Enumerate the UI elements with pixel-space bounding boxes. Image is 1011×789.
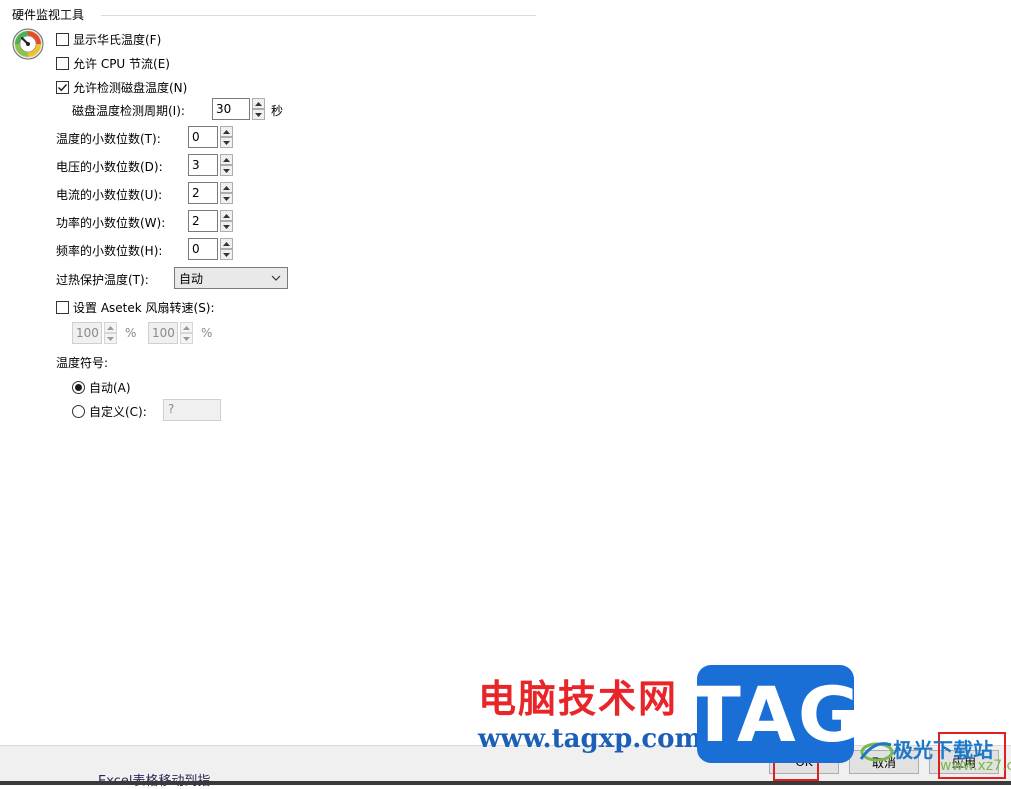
asetek-fan2-up-button[interactable] (180, 322, 193, 333)
section-divider (101, 15, 536, 16)
cpu-throttle-checkbox[interactable] (56, 57, 69, 70)
checkmark-icon (58, 84, 68, 92)
disk-temp-label: 允许检测磁盘温度(N) (73, 81, 188, 95)
arrow-up-icon (223, 213, 230, 218)
current-decimals-spinner[interactable]: 2 (188, 182, 233, 204)
current-decimals-input[interactable]: 2 (188, 182, 218, 204)
watermark-jg-url: www.xz7.com (940, 758, 1011, 774)
temp-decimals-up-button[interactable] (220, 126, 233, 137)
overheat-selected-value: 自动 (179, 271, 204, 286)
asetek-label: 设置 Asetek 风扇转速(S): (73, 301, 215, 315)
background-window-text: Excel表格移动到指 (98, 770, 210, 789)
option-disk-temp[interactable]: 允许检测磁盘温度(N) (56, 79, 187, 96)
arrow-down-icon (183, 336, 190, 341)
disk-period-input[interactable]: 30 (212, 98, 250, 120)
temp-symbol-custom-input[interactable]: ? (163, 399, 221, 421)
temp-symbol-auto-option[interactable]: 自动(A) (72, 379, 131, 396)
power-decimals-input[interactable]: 2 (188, 210, 218, 232)
frequency-decimals-spinner[interactable]: 0 (188, 238, 233, 260)
arrow-up-icon (223, 241, 230, 246)
fahrenheit-label: 显示华氏温度(F) (73, 33, 162, 47)
chevron-down-icon (271, 275, 281, 281)
temp-decimals-input[interactable]: 0 (188, 126, 218, 148)
temp-decimals-label: 温度的小数位数(T): (56, 132, 161, 146)
disk-period-up-button[interactable] (252, 98, 265, 109)
radio-dot-icon (75, 384, 82, 391)
asetek-fan1-spinner[interactable]: 100 (72, 322, 117, 344)
section-title: 硬件监视工具 (12, 8, 85, 22)
disk-period-spinner[interactable]: 30 (212, 98, 265, 120)
option-asetek[interactable]: 设置 Asetek 风扇转速(S): (56, 299, 215, 316)
asetek-fan2-down-button[interactable] (180, 333, 193, 344)
cpu-throttle-label: 允许 CPU 节流(E) (73, 57, 170, 71)
watermark-site-url: www.tagxp.com (478, 724, 703, 754)
power-decimals-down-button[interactable] (220, 221, 233, 232)
arrow-down-icon (255, 112, 262, 117)
frequency-decimals-label: 频率的小数位数(H): (56, 244, 163, 258)
temp-decimals-spinner[interactable]: 0 (188, 126, 233, 148)
temp-symbol-custom-label: 自定义(C): (89, 405, 147, 419)
arrow-down-icon (107, 336, 114, 341)
arrow-up-icon (223, 157, 230, 162)
frequency-decimals-down-button[interactable] (220, 249, 233, 260)
temp-symbol-label: 温度符号: (56, 356, 109, 370)
temp-symbol-auto-radio[interactable] (72, 381, 85, 394)
asetek-fan2-spinner[interactable]: 100 (148, 322, 193, 344)
current-decimals-up-button[interactable] (220, 182, 233, 193)
asetek-fan1-down-button[interactable] (104, 333, 117, 344)
temp-symbol-custom-radio[interactable] (72, 405, 85, 418)
power-decimals-spinner[interactable]: 2 (188, 210, 233, 232)
voltage-decimals-spinner[interactable]: 3 (188, 154, 233, 176)
arrow-up-icon (223, 185, 230, 190)
fahrenheit-checkbox[interactable] (56, 33, 69, 46)
disk-period-unit: 秒 (271, 104, 284, 118)
temp-symbol-custom-option[interactable]: 自定义(C): (72, 403, 147, 420)
power-decimals-label: 功率的小数位数(W): (56, 216, 166, 230)
asetek-fan1-input[interactable]: 100 (72, 322, 102, 344)
asetek-checkbox[interactable] (56, 301, 69, 314)
disk-temp-checkbox[interactable] (56, 81, 69, 94)
arrow-down-icon (223, 140, 230, 145)
aurora-logo-icon (855, 735, 895, 765)
temp-decimals-down-button[interactable] (220, 137, 233, 148)
voltage-decimals-up-button[interactable] (220, 154, 233, 165)
voltage-decimals-down-button[interactable] (220, 165, 233, 176)
watermark-site-name: 电脑技术网 (478, 677, 679, 721)
watermark-tag-logo: TAG (689, 665, 860, 763)
gauge-icon (12, 28, 44, 60)
arrow-down-icon (223, 196, 230, 201)
option-fahrenheit[interactable]: 显示华氏温度(F) (56, 31, 161, 48)
frequency-decimals-input[interactable]: 0 (188, 238, 218, 260)
arrow-down-icon (223, 224, 230, 229)
arrow-down-icon (223, 252, 230, 257)
arrow-down-icon (223, 168, 230, 173)
asetek-fan1-up-button[interactable] (104, 322, 117, 333)
asetek-fan2-unit: % (201, 326, 213, 340)
voltage-decimals-label: 电压的小数位数(D): (56, 160, 163, 174)
voltage-decimals-input[interactable]: 3 (188, 154, 218, 176)
background-window-strip (0, 781, 1011, 785)
power-decimals-up-button[interactable] (220, 210, 233, 221)
current-decimals-label: 电流的小数位数(U): (56, 188, 163, 202)
disk-period-label: 磁盘温度检测周期(I): (72, 104, 185, 118)
overheat-label: 过热保护温度(T): (56, 273, 149, 287)
arrow-up-icon (183, 325, 190, 330)
arrow-up-icon (223, 129, 230, 134)
disk-period-down-button[interactable] (252, 109, 265, 120)
arrow-up-icon (107, 325, 114, 330)
option-cpu-throttle[interactable]: 允许 CPU 节流(E) (56, 55, 170, 72)
frequency-decimals-up-button[interactable] (220, 238, 233, 249)
overheat-select[interactable]: 自动 (174, 267, 288, 289)
temp-symbol-auto-label: 自动(A) (89, 381, 131, 395)
arrow-up-icon (255, 101, 262, 106)
asetek-fan2-input[interactable]: 100 (148, 322, 178, 344)
current-decimals-down-button[interactable] (220, 193, 233, 204)
asetek-fan1-unit: % (125, 326, 137, 340)
